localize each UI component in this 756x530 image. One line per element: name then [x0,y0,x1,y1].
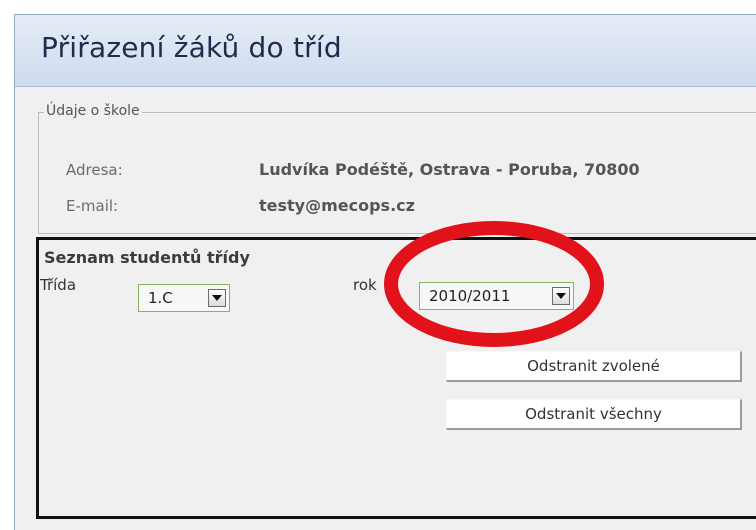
year-select[interactable]: 2010/2011 [419,282,574,310]
student-list-panel: Seznam studentů třídy Třída 1.C rok 2010… [36,237,756,519]
assign-students-panel: Přiřazení žáků do tříd Údaje o škole Adr… [14,14,756,530]
page-title: Přiřazení žáků do tříd [41,31,342,64]
school-info-legend: Údaje o škole [44,103,142,119]
class-select[interactable]: 1.C [138,284,230,312]
address-label: Adresa: [66,161,123,179]
email-value: testy@mecops.cz [259,196,415,215]
year-select-value: 2010/2011 [429,287,511,305]
email-label: E-mail: [66,197,119,215]
school-info-group: Údaje o škole Adresa: Ludvíka Podéště, O… [38,103,756,234]
remove-all-button[interactable]: Odstranit všechny [446,399,742,430]
class-dropdown-button[interactable] [208,289,226,307]
student-list-title: Seznam studentů třídy [44,248,250,267]
chevron-down-icon [212,295,222,301]
year-dropdown-button[interactable] [552,287,570,305]
chevron-down-icon [556,293,566,299]
address-value: Ludvíka Podéště, Ostrava - Poruba, 70800 [259,160,640,179]
year-label: rok [353,276,377,294]
class-label: Třída [40,276,77,294]
title-bar: Přiřazení žáků do tříd [15,15,756,87]
class-select-value: 1.C [148,289,173,307]
remove-selected-button[interactable]: Odstranit zvolené [446,351,742,382]
